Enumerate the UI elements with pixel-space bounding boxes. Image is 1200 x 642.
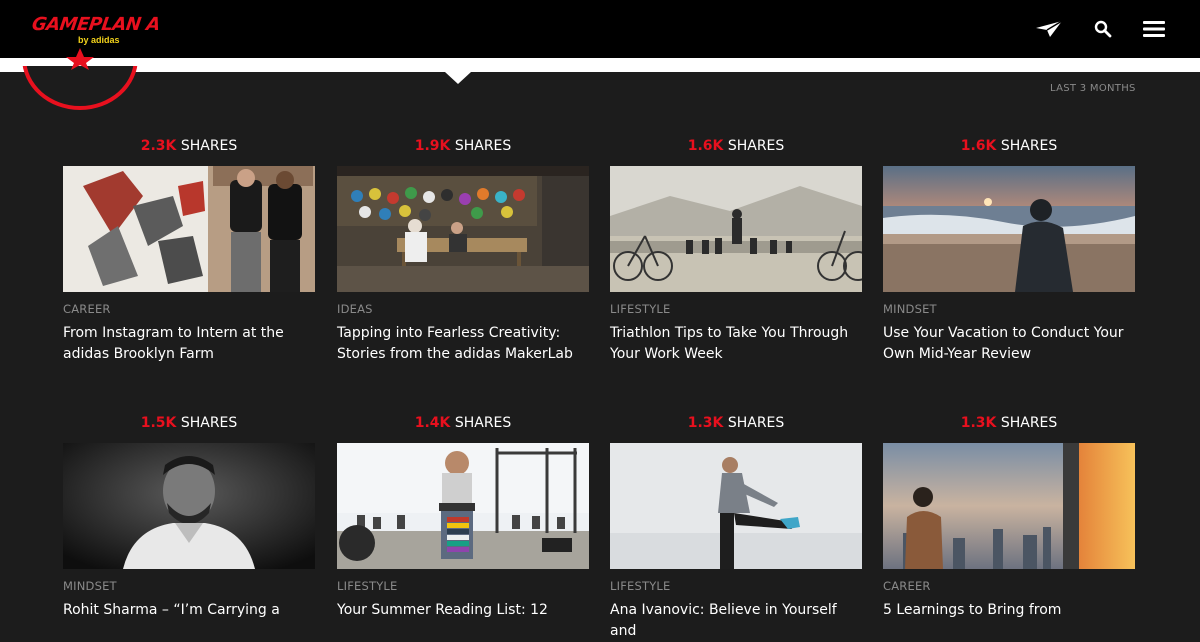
article-title[interactable]: Tapping into Fearless Creativity: Storie… [337,323,589,365]
share-count: 1.3K SHARES [960,415,1058,431]
share-count: 1.6K SHARES [960,138,1058,154]
article-card: 1.6K SHARES LIFESTYLE Triathlon Tips to … [610,136,862,365]
article-title[interactable]: Rohit Sharma – “I’m Carrying a [63,600,315,621]
article-thumbnail[interactable] [337,166,589,292]
article-title[interactable]: Your Summer Reading List: 12 [337,600,589,621]
active-section-pointer [445,72,471,84]
article-card: 1.3K SHARES CAREER 5 Learnings to Bring … [883,413,1135,621]
article-category[interactable]: MINDSET [883,302,1135,318]
section-divider [0,58,1200,72]
hamburger-menu-icon[interactable] [1139,14,1169,44]
article-title[interactable]: 5 Learnings to Bring from [883,600,1135,621]
star-icon [66,48,94,74]
article-title[interactable]: Use Your Vacation to Conduct Your Own Mi… [883,323,1135,365]
paper-plane-icon[interactable] [1034,14,1064,44]
article-category[interactable]: MINDSET [63,579,315,595]
logo-subtitle: by adidas [78,35,120,45]
article-card: 1.5K SHARES MINDSET Rohit Sharma – “I’m … [63,413,315,621]
top-nav-bar: GAMEPLAN A by adidas [0,0,1200,58]
article-thumbnail[interactable] [883,443,1135,569]
article-title[interactable]: Triathlon Tips to Take You Through Your … [610,323,862,365]
article-thumbnail[interactable] [610,166,862,292]
article-card: 1.9K SHARES IDEAS Tapping into Fearless … [337,136,589,365]
share-count: 1.3K SHARES [687,415,785,431]
article-thumbnail[interactable] [63,443,315,569]
share-count: 1.5K SHARES [140,415,238,431]
article-card: 1.4K SHARES LIFESTYLE Your Summer Readin… [337,413,589,621]
article-category[interactable]: IDEAS [337,302,589,318]
share-count: 1.9K SHARES [414,138,512,154]
article-category[interactable]: LIFESTYLE [610,302,862,318]
article-thumbnail[interactable] [610,443,862,569]
share-count: 2.3K SHARES [140,138,238,154]
article-category[interactable]: LIFESTYLE [337,579,589,595]
search-icon[interactable] [1088,14,1118,44]
article-category[interactable]: CAREER [883,579,1135,595]
logo-wordmark: GAMEPLAN A [30,14,162,35]
article-thumbnail[interactable] [337,443,589,569]
article-card: 1.6K SHARES MINDSET Use Your Vacation to… [883,136,1135,365]
article-title[interactable]: Ana Ivanovic: Believe in Yourself and [610,600,862,642]
article-category[interactable]: CAREER [63,302,315,318]
article-category[interactable]: LIFESTYLE [610,579,862,595]
article-thumbnail[interactable] [883,166,1135,292]
article-thumbnail[interactable] [63,166,315,292]
share-count: 1.4K SHARES [414,415,512,431]
gameplan-a-logo[interactable]: GAMEPLAN A by adidas [30,12,180,48]
article-card: 1.3K SHARES LIFESTYLE Ana Ivanovic: Beli… [610,413,862,642]
time-period-label: LAST 3 MONTHS [1050,83,1136,94]
article-title[interactable]: From Instagram to Intern at the adidas B… [63,323,315,365]
share-count: 1.6K SHARES [687,138,785,154]
article-card: 2.3K SHARES CAREER From Instagram to Int… [63,136,315,365]
